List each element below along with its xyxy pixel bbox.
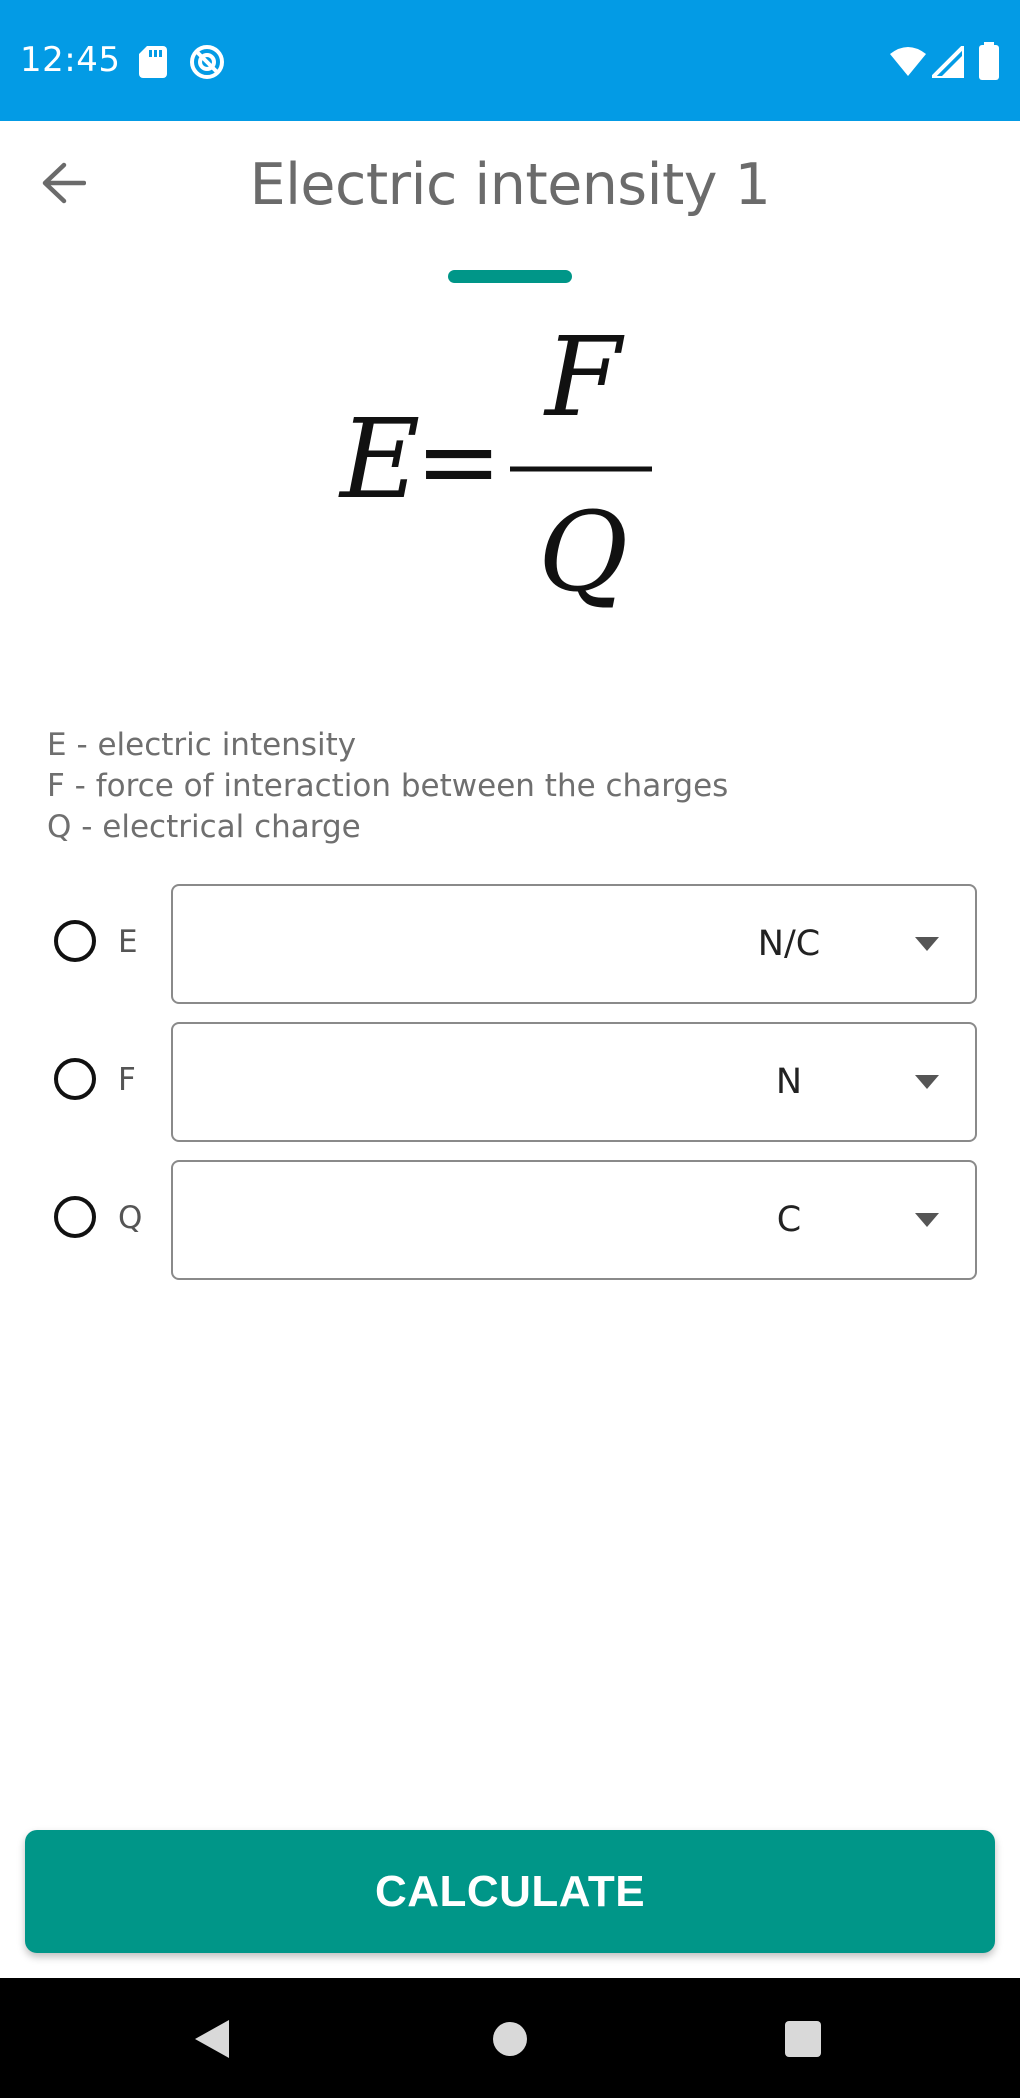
input-field-q[interactable]: C: [171, 1160, 977, 1280]
dropdown-arrow-icon: [915, 1075, 939, 1089]
sync-icon: [190, 45, 224, 79]
input-field-f[interactable]: N: [171, 1022, 977, 1142]
unit-dropdown-e[interactable]: N/C: [709, 886, 939, 1002]
row-f: F N: [0, 1022, 1020, 1142]
calculate-label: CALCULATE: [374, 1866, 646, 1916]
legend-line-f: F - force of interaction between the cha…: [47, 768, 729, 804]
legend-line-e: E - electric intensity: [47, 727, 357, 763]
back-triangle-icon[interactable]: [193, 2018, 231, 2060]
calculate-button[interactable]: CALCULATE: [25, 1830, 995, 1953]
page-title: Electric intensity 1: [249, 152, 771, 218]
legend-line-q: Q - electrical charge: [47, 809, 361, 845]
formula-numerator: F: [543, 313, 625, 441]
unit-value-f: N: [775, 1062, 803, 1102]
radio-label-f: F: [118, 1062, 136, 1098]
title-underline: [448, 270, 572, 283]
signal-icon: [932, 46, 964, 78]
input-field-e[interactable]: N/C: [171, 884, 977, 1004]
formula-lhs: E: [338, 395, 420, 523]
formula-denominator: Q: [538, 488, 628, 616]
radio-label-q: Q: [118, 1200, 143, 1236]
radio-label-e: E: [118, 924, 138, 960]
wifi-icon: [890, 47, 926, 76]
radio-f[interactable]: [54, 1058, 96, 1100]
row-q: Q C: [0, 1160, 1020, 1280]
dropdown-arrow-icon: [915, 1213, 939, 1227]
unit-value-e: N/C: [757, 924, 821, 964]
battery-icon: [979, 42, 999, 80]
formula-equals: =: [415, 400, 502, 522]
recents-square-icon[interactable]: [784, 2020, 822, 2058]
variable-legend: E - electric intensity F - force of inte…: [47, 725, 728, 848]
home-circle-icon[interactable]: [491, 2020, 529, 2058]
row-e: E N/C: [0, 884, 1020, 1004]
sd-card-icon: [139, 46, 167, 78]
status-time: 12:45: [20, 40, 121, 80]
radio-q[interactable]: [54, 1196, 96, 1238]
navigation-bar: [0, 1978, 1020, 2098]
unit-value-q: C: [776, 1200, 802, 1240]
radio-e[interactable]: [54, 920, 96, 962]
unit-dropdown-q[interactable]: C: [709, 1162, 939, 1278]
formula-image: E = F Q: [338, 313, 652, 616]
unit-dropdown-f[interactable]: N: [709, 1024, 939, 1140]
status-bar: 12:45: [0, 0, 1020, 121]
dropdown-arrow-icon: [915, 937, 939, 951]
